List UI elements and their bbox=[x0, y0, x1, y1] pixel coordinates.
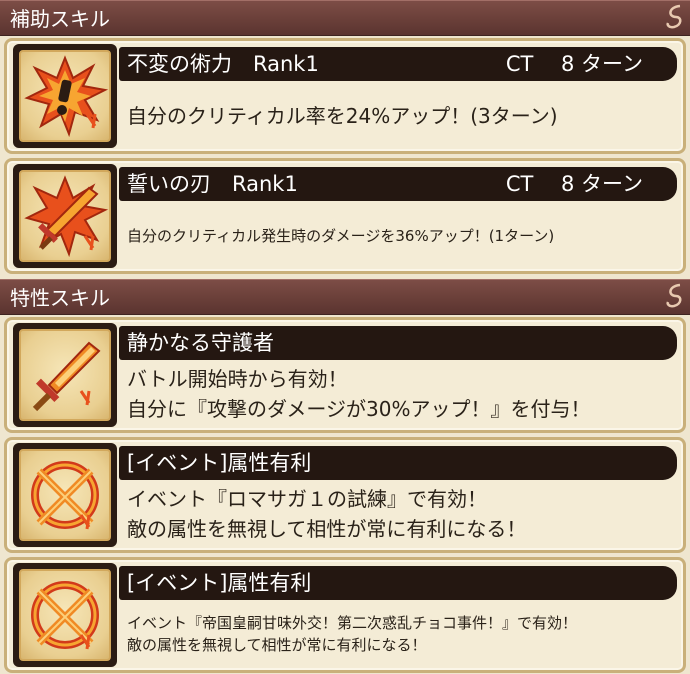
skill-card[interactable]: 静かなる守護者 バトル開始時から有効！ 自分に『攻撃のダメージが30%アップ！』… bbox=[4, 317, 686, 433]
crossed-sword-circle-icon bbox=[31, 461, 99, 530]
skill-card[interactable]: 不変の術力 Rank1 CT 8 ターン 自分のクリティカル率を24%アップ！(… bbox=[4, 38, 686, 154]
sword-icon bbox=[32, 341, 101, 412]
cooldown-text: CT 8 ターン bbox=[505, 172, 643, 196]
skill-description-line1: イベント『帝国皇嗣甘味外交！第二次惑乱チョコ事件！』で有効！ bbox=[127, 614, 578, 632]
skill-description-line2: 敵の属性を無視して相性が常に有利になる！ bbox=[127, 636, 427, 654]
skill-icon-frame bbox=[13, 323, 117, 427]
skill-description-line1: イベント『ロマサガ１の試練』で有効！ bbox=[127, 487, 487, 511]
exclamation-burst-icon bbox=[24, 55, 109, 138]
section-title: 補助スキル bbox=[10, 7, 110, 31]
skill-name: 静かなる守護者 bbox=[127, 331, 274, 355]
skill-name: 誓いの刃 Rank1 bbox=[127, 172, 298, 196]
skill-name: [イベント]属性有利 bbox=[127, 451, 312, 475]
skill-icon-frame bbox=[13, 563, 117, 667]
skill-card[interactable]: [イベント]属性有利 イベント『帝国皇嗣甘味外交！第二次惑乱チョコ事件！』で有効… bbox=[4, 557, 686, 673]
skill-description-line2: 敵の属性を無視して相性が常に有利になる！ bbox=[127, 517, 527, 541]
crossed-sword-circle-icon bbox=[31, 581, 99, 650]
skill-description: 自分のクリティカル率を24%アップ！(3ターン) bbox=[127, 104, 558, 128]
skill-name: [イベント]属性有利 bbox=[127, 571, 312, 595]
trait-skills-header: 特性スキル bbox=[0, 279, 690, 315]
skill-icon-frame bbox=[13, 44, 117, 148]
cooldown-text: CT 8 ターン bbox=[505, 52, 643, 76]
section-title: 特性スキル bbox=[10, 286, 110, 310]
skill-description: 自分のクリティカル発生時のダメージを36%アップ！(1ターン) bbox=[127, 227, 555, 245]
skill-title-bar: [イベント]属性有利 bbox=[119, 446, 677, 480]
scroll-ornament-icon bbox=[666, 4, 682, 29]
skill-title-bar: [イベント]属性有利 bbox=[119, 566, 677, 600]
skill-card[interactable]: 誓いの刃 Rank1 CT 8 ターン 自分のクリティカル発生時のダメージを36… bbox=[4, 158, 686, 274]
skill-name: 不変の術力 Rank1 bbox=[127, 52, 319, 76]
flaming-sword-icon bbox=[24, 175, 109, 258]
skill-card[interactable]: [イベント]属性有利 イベント『ロマサガ１の試練』で有効！ 敵の属性を無視して相… bbox=[4, 437, 686, 553]
skill-description-line2: 自分に『攻撃のダメージが30%アップ！』を付与！ bbox=[127, 397, 591, 421]
skill-title-bar: 不変の術力 Rank1 CT 8 ターン bbox=[119, 47, 677, 81]
skill-title-bar: 誓いの刃 Rank1 CT 8 ターン bbox=[119, 167, 677, 201]
skill-icon-frame bbox=[13, 443, 117, 547]
support-skills-header: 補助スキル bbox=[0, 0, 690, 36]
skill-icon-frame bbox=[13, 164, 117, 268]
skill-description-line1: バトル開始時から有効！ bbox=[127, 367, 348, 391]
skill-title-bar: 静かなる守護者 bbox=[119, 326, 677, 360]
scroll-ornament-icon bbox=[666, 283, 682, 308]
